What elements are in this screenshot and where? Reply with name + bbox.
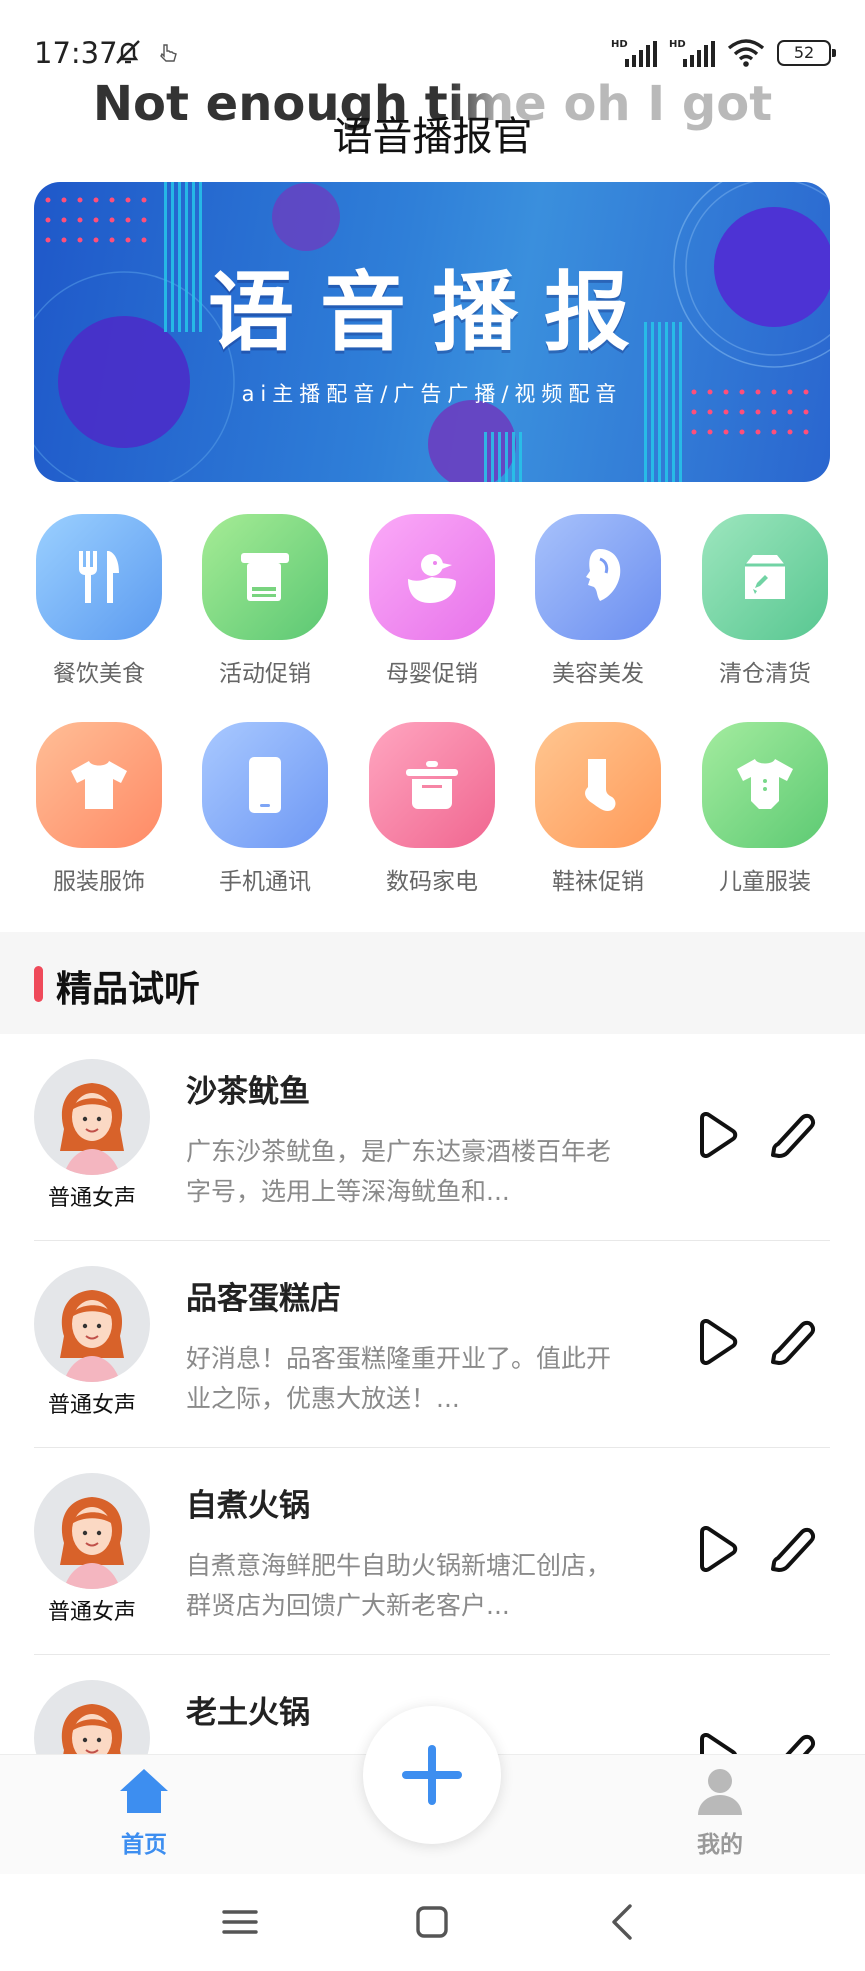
- avatar: [34, 1059, 150, 1175]
- voice-type-label: 普通女声: [47, 1186, 136, 1211]
- section-header: 精品试听: [0, 932, 865, 1034]
- item-title: 自煮火锅: [186, 1488, 310, 1524]
- item-description: 自煮意海鲜肥牛自助火锅新塘汇创店，群贤店为回馈广大新老客户...: [186, 1551, 612, 1620]
- item-title: 品客蛋糕店: [186, 1281, 341, 1317]
- hand-cursor-icon: [160, 44, 177, 62]
- category-shoes-socks[interactable]: 鞋袜促销: [533, 722, 663, 896]
- category-label: 儿童服装: [719, 869, 811, 895]
- app-screen: 17:37 HD HD 52 Not enough time oh I got …: [0, 0, 865, 1971]
- play-icon[interactable]: [694, 1526, 740, 1572]
- section-title: 精品试听: [56, 969, 201, 1010]
- avatar: [34, 1473, 150, 1589]
- tab-home[interactable]: 首页: [84, 1763, 204, 1859]
- cell-signal-icon: HD: [611, 39, 657, 67]
- banner-title: 语音播报: [208, 263, 656, 363]
- box-icon: [702, 514, 828, 640]
- towel-icon: [202, 514, 328, 640]
- menu-icon[interactable]: [216, 1898, 264, 1946]
- category-label: 活动促销: [219, 661, 311, 687]
- banner-subtitle: ai主播配音/广告广播/视频配音: [241, 382, 623, 406]
- user-icon: [698, 1769, 742, 1815]
- category-digital[interactable]: 数码家电: [367, 722, 497, 896]
- item-title: 沙茶鱿鱼: [186, 1074, 310, 1110]
- list-item[interactable]: 普通女声 自煮火锅 自煮意海鲜肥牛自助火锅新塘汇创店，群贤店为回馈广大新老客户.…: [34, 1448, 830, 1655]
- wifi-icon: [727, 39, 765, 67]
- category-kids-clothing[interactable]: 儿童服装: [700, 722, 830, 896]
- tab-mine-label: 我的: [697, 1832, 743, 1858]
- cell-signal-icon-2: HD: [669, 39, 715, 67]
- edit-pencil-icon[interactable]: [768, 1317, 818, 1367]
- pot-icon: [369, 722, 495, 848]
- phone-icon: [202, 722, 328, 848]
- category-label: 鞋袜促销: [552, 869, 644, 895]
- play-icon[interactable]: [694, 1319, 740, 1365]
- fork-knife-icon: [36, 514, 162, 640]
- section-accent-bar: [34, 966, 43, 1002]
- system-nav-bar: [0, 1874, 865, 1971]
- item-description: 广东沙茶鱿鱼，是广东达豪酒楼百年老字号，选用上等深海鱿鱼和...: [186, 1137, 612, 1206]
- face-profile-icon: [535, 514, 661, 640]
- voice-type-label: 普通女声: [47, 1600, 136, 1625]
- edit-pencil-icon[interactable]: [768, 1110, 818, 1160]
- category-label: 美容美发: [552, 661, 644, 687]
- category-clearance[interactable]: 清仓清货: [700, 514, 830, 688]
- category-label: 数码家电: [386, 869, 478, 895]
- category-label: 母婴促销: [386, 661, 478, 687]
- category-label: 清仓清货: [719, 661, 811, 687]
- tshirt-icon: [36, 722, 162, 848]
- status-bar: 17:37 HD HD 52: [0, 0, 865, 80]
- category-mobile[interactable]: 手机通讯: [200, 722, 330, 896]
- sock-icon: [535, 722, 661, 848]
- category-label: 手机通讯: [219, 869, 311, 895]
- voice-type-label: 普通女声: [47, 1393, 136, 1418]
- category-label: 服装服饰: [53, 869, 145, 895]
- category-label: 餐饮美食: [53, 661, 145, 687]
- rubber-duck-icon: [369, 514, 495, 640]
- edit-pencil-icon[interactable]: [768, 1524, 818, 1574]
- tab-home-label: 首页: [121, 1832, 167, 1858]
- baby-onesie-icon: [702, 722, 828, 848]
- item-title: 老土火锅: [186, 1695, 310, 1731]
- item-description: 好消息！品客蛋糕隆重开业了。值此开业之际，优惠大放送！...: [186, 1344, 612, 1413]
- list-item[interactable]: 普通女声 品客蛋糕店 好消息！品客蛋糕隆重开业了。值此开业之际，优惠大放送！..…: [34, 1241, 830, 1448]
- avatar: [34, 1266, 150, 1382]
- category-maternal[interactable]: 母婴促销: [367, 514, 497, 688]
- category-promotion[interactable]: 活动促销: [200, 514, 330, 688]
- home-icon: [120, 1769, 168, 1813]
- back-icon[interactable]: [600, 1898, 648, 1946]
- category-apparel[interactable]: 服装服饰: [34, 722, 164, 896]
- battery-indicator: 52: [777, 40, 836, 66]
- home-square-icon[interactable]: [408, 1898, 456, 1946]
- page-title: 语音播报官: [332, 114, 533, 160]
- list-item[interactable]: 普通女声 沙茶鱿鱼 广东沙茶鱿鱼，是广东达豪酒楼百年老字号，选用上等深海鱿鱼和.…: [34, 1034, 830, 1241]
- bell-muted-icon: [116, 40, 140, 64]
- category-dining[interactable]: 餐饮美食: [34, 514, 164, 688]
- promo-banner[interactable]: 语音播报 ai主播配音/广告广播/视频配音: [34, 182, 830, 482]
- play-icon[interactable]: [694, 1112, 740, 1158]
- add-button[interactable]: [363, 1706, 501, 1844]
- plus-icon: [402, 1745, 462, 1805]
- category-beauty[interactable]: 美容美发: [533, 514, 663, 688]
- tab-mine[interactable]: 我的: [660, 1763, 780, 1859]
- status-time: 17:37: [34, 36, 118, 70]
